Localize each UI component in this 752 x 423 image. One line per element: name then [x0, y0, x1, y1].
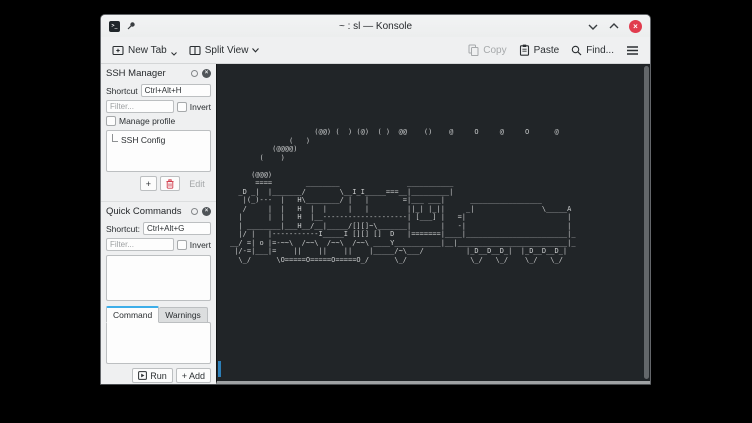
ssh-invert-checkbox[interactable]: [177, 102, 187, 112]
scrolled-lines-highlight: [218, 361, 221, 377]
new-tab-label: New Tab: [128, 45, 167, 56]
edit-ssh-button[interactable]: Edit: [183, 176, 211, 191]
ssh-config-list[interactable]: SSH Config: [106, 130, 211, 172]
maximize-button[interactable]: [608, 20, 620, 32]
ssh-filter-row: Invert: [101, 100, 216, 113]
main-toolbar: New Tab Split View Copy Paste: [101, 37, 650, 64]
split-view-icon: [189, 44, 201, 56]
hamburger-icon: [626, 45, 639, 56]
titlebar[interactable]: ~ : sl — Konsole >_ ×: [101, 15, 650, 37]
find-label: Find...: [586, 45, 614, 56]
close-panel-icon[interactable]: ×: [202, 69, 211, 78]
search-icon: [571, 45, 582, 56]
ssh-shortcut-row: Shortcut: [101, 84, 216, 97]
qc-shortcut-field[interactable]: [143, 222, 211, 235]
add-command-button[interactable]: + Add: [176, 368, 211, 383]
paste-button[interactable]: Paste: [516, 42, 563, 58]
ssh-manager-title: SSH Manager: [106, 68, 187, 79]
desktop: { "window": { "title": "~ : sl — Konsole…: [0, 0, 752, 423]
add-ssh-button[interactable]: +: [140, 176, 157, 191]
close-panel-icon[interactable]: ×: [202, 207, 211, 216]
konsole-app-icon[interactable]: >_: [109, 21, 120, 32]
minimize-button[interactable]: [587, 20, 599, 32]
qc-filter-input[interactable]: [106, 238, 174, 251]
ssh-shortcut-label: Shortcut: [106, 86, 138, 96]
tab-warnings[interactable]: Warnings: [159, 307, 208, 323]
qc-shortcut-label: Shortcut:: [106, 224, 140, 234]
qc-invert-checkbox[interactable]: [177, 240, 187, 250]
terminal-output-sl-train: (@@) ( ) (@) ( ) @@ () @ O @ O @ ( ) (@@…: [230, 128, 580, 264]
split-view-button[interactable]: Split View: [186, 42, 263, 58]
new-tab-icon: [112, 44, 124, 56]
side-dock: SSH Manager × Shortcut Invert Manage pro…: [101, 64, 216, 384]
ssh-manager-panel: SSH Manager × Shortcut Invert Manage pro…: [101, 64, 216, 202]
run-label: Run: [150, 371, 167, 381]
split-view-label: Split View: [205, 45, 249, 56]
main-content: SSH Manager × Shortcut Invert Manage pro…: [101, 64, 650, 384]
copy-label: Copy: [483, 45, 506, 56]
copy-icon: [468, 44, 479, 56]
ssh-invert-label: Invert: [190, 102, 211, 112]
ssh-config-item-label: SSH Config: [121, 135, 165, 145]
manage-profile-label: Manage profile: [119, 116, 175, 126]
qc-filter-row: Invert: [101, 238, 216, 251]
scrollbar-thumb[interactable]: [644, 66, 649, 379]
run-button[interactable]: Run: [132, 368, 173, 383]
window-title: ~ : sl — Konsole: [101, 21, 650, 32]
tab-command[interactable]: Command: [106, 306, 159, 323]
hamburger-menu-button[interactable]: [623, 43, 642, 58]
terminal-view[interactable]: (@@) ( ) (@) ( ) @@ () @ O @ O @ ( ) (@@…: [216, 64, 650, 384]
quick-commands-header: Quick Commands ×: [101, 202, 216, 219]
new-tab-dropdown-icon[interactable]: [171, 52, 177, 56]
qc-shortcut-row: Shortcut:: [101, 222, 216, 235]
ssh-manage-profile-row: Manage profile: [101, 116, 216, 126]
ssh-shortcut-field[interactable]: [141, 84, 211, 97]
split-view-dropdown-icon[interactable]: [252, 48, 259, 53]
quick-commands-title: Quick Commands: [106, 206, 187, 217]
ssh-manager-header: SSH Manager ×: [101, 64, 216, 81]
pin-icon: [126, 21, 136, 31]
quick-commands-list[interactable]: [106, 255, 211, 301]
terminal-scrollbar[interactable]: [644, 66, 649, 379]
konsole-window: ~ : sl — Konsole >_ × New Tab: [100, 14, 651, 385]
manage-profile-checkbox[interactable]: [106, 116, 116, 126]
paste-label: Paste: [534, 45, 560, 56]
new-tab-button[interactable]: New Tab: [109, 42, 180, 58]
copy-button[interactable]: Copy: [465, 42, 509, 58]
ssh-buttons-row: + Edit: [101, 172, 216, 195]
ssh-filter-input[interactable]: [106, 100, 174, 113]
close-button[interactable]: ×: [629, 20, 642, 33]
paste-icon: [519, 44, 530, 56]
find-button[interactable]: Find...: [568, 43, 617, 58]
qc-invert-label: Invert: [190, 240, 211, 250]
quick-commands-panel: Quick Commands × Shortcut: Invert Comman…: [101, 202, 216, 384]
list-item[interactable]: SSH Config: [107, 131, 210, 145]
float-panel-icon[interactable]: [191, 208, 198, 215]
delete-ssh-button[interactable]: [160, 176, 180, 191]
float-panel-icon[interactable]: [191, 70, 198, 77]
qc-buttons-row: Run + Add: [101, 364, 216, 385]
qc-tabs: Command Warnings: [106, 306, 211, 323]
tree-branch-icon: [112, 134, 118, 142]
command-editor[interactable]: [106, 322, 211, 364]
